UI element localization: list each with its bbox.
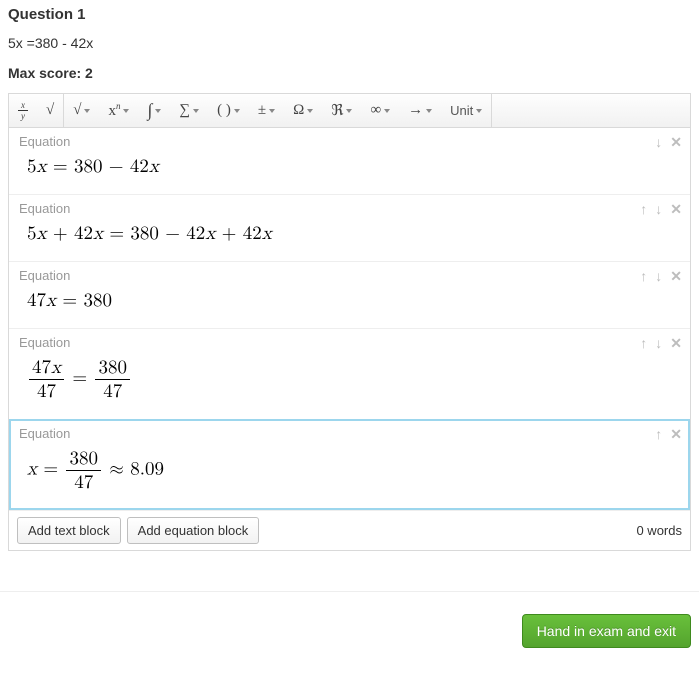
close-icon[interactable]: ✕	[670, 335, 682, 352]
power-button[interactable]: xn	[99, 94, 138, 127]
sigma-icon: ∑	[179, 102, 190, 119]
toolbar: xy √ √ xn ∫ ∑ ( ) ± Ω ℜ ∞ → Unit	[9, 94, 690, 128]
close-icon[interactable]: ✕	[670, 426, 682, 443]
move-up-icon[interactable]: ↑	[640, 335, 647, 352]
move-up-icon[interactable]: ↑	[655, 426, 662, 443]
chevron-down-icon	[234, 109, 240, 113]
integral-button[interactable]: ∫	[138, 94, 170, 127]
sqrt-button[interactable]: √	[37, 94, 63, 127]
move-up-icon[interactable]: ↑	[640, 201, 647, 218]
hand-in-button[interactable]: Hand in exam and exit	[522, 614, 691, 648]
close-icon[interactable]: ✕	[670, 268, 682, 285]
chevron-down-icon	[193, 109, 199, 113]
block-controls: ↑ ↓ ✕	[640, 335, 682, 352]
editor-footer: Add text block Add equation block 0 word…	[9, 510, 690, 550]
chevron-down-icon	[155, 109, 161, 113]
chevron-down-icon	[123, 109, 129, 113]
add-text-block-button[interactable]: Add text block	[17, 517, 121, 544]
nth-root-icon: √	[73, 102, 81, 119]
nth-root-button[interactable]: √	[64, 94, 99, 127]
chevron-down-icon	[269, 109, 275, 113]
max-score: Max score: 2	[8, 65, 691, 81]
block-controls: ↑✕	[655, 426, 682, 443]
block-label: Equation	[19, 268, 680, 283]
close-icon[interactable]: ✕	[670, 201, 682, 218]
equation-content[interactable]: 47x = 380	[19, 287, 680, 314]
chevron-down-icon	[84, 109, 90, 113]
question-body: 5x =380 - 42x	[8, 35, 691, 51]
equation-block[interactable]: Equation↑ ↓ ✕ 47x = 380	[9, 261, 690, 328]
sqrt-icon: √	[46, 102, 54, 119]
block-label: Equation	[19, 134, 680, 149]
equation-block[interactable]: Equation↓✕5x = 380 − 42x	[9, 128, 690, 194]
infinity-button[interactable]: ∞	[361, 94, 399, 127]
equation-block[interactable]: Equation↑ ↓ ✕ 5x + 42x = 380 − 42x + 42x	[9, 194, 690, 261]
arrow-icon: →	[408, 102, 423, 119]
block-controls: ↑ ↓ ✕	[640, 268, 682, 285]
fraction-button[interactable]: xy	[9, 94, 37, 127]
equation-content[interactable]: 5x = 380 − 42x	[19, 153, 680, 180]
move-down-icon[interactable]: ↓	[655, 268, 662, 285]
equation-content[interactable]: 5x + 42x = 380 − 42x + 42x	[19, 220, 680, 247]
equation-content[interactable]: 47x47 = 38047	[19, 354, 680, 405]
power-icon: xn	[108, 101, 120, 120]
parens-button[interactable]: ( )	[208, 94, 249, 127]
chevron-down-icon	[307, 109, 313, 113]
integral-icon: ∫	[147, 100, 152, 121]
block-controls: ↓✕	[655, 134, 682, 151]
equation-block[interactable]: Equation↑ ↓ ✕ 47x47 = 38047	[9, 328, 690, 419]
move-down-icon[interactable]: ↓	[655, 335, 662, 352]
move-down-icon[interactable]: ↓	[655, 134, 662, 151]
word-count: 0 words	[636, 523, 682, 538]
greek-button[interactable]: Ω	[284, 94, 322, 127]
close-icon[interactable]: ✕	[670, 134, 682, 151]
chevron-down-icon	[476, 109, 482, 113]
equation-block[interactable]: Equation↑✕x = 38047 ≈ 8.09	[9, 419, 690, 510]
sum-button[interactable]: ∑	[170, 94, 208, 127]
arrow-button[interactable]: →	[399, 94, 441, 127]
real-button[interactable]: ℜ	[322, 94, 361, 127]
block-label: Equation	[19, 335, 680, 350]
unit-button[interactable]: Unit	[441, 94, 491, 127]
real-icon: ℜ	[331, 101, 343, 120]
chevron-down-icon	[346, 109, 352, 113]
fraction-icon: xy	[18, 101, 28, 120]
chevron-down-icon	[426, 109, 432, 113]
move-down-icon[interactable]: ↓	[655, 201, 662, 218]
unit-label: Unit	[450, 103, 473, 118]
add-equation-block-button[interactable]: Add equation block	[127, 517, 260, 544]
equation-editor: xy √ √ xn ∫ ∑ ( ) ± Ω ℜ ∞ → Unit Equatio…	[8, 93, 691, 551]
equation-content[interactable]: x = 38047 ≈ 8.09	[19, 445, 680, 496]
plusminus-icon: ±	[258, 102, 266, 119]
parens-icon: ( )	[217, 102, 231, 119]
move-up-icon[interactable]: ↑	[640, 268, 647, 285]
block-label: Equation	[19, 426, 680, 441]
plusminus-button[interactable]: ±	[249, 94, 284, 127]
block-controls: ↑ ↓ ✕	[640, 201, 682, 218]
omega-icon: Ω	[293, 102, 304, 119]
infinity-icon: ∞	[370, 102, 381, 119]
block-label: Equation	[19, 201, 680, 216]
chevron-down-icon	[384, 109, 390, 113]
question-title: Question 1	[8, 6, 691, 23]
